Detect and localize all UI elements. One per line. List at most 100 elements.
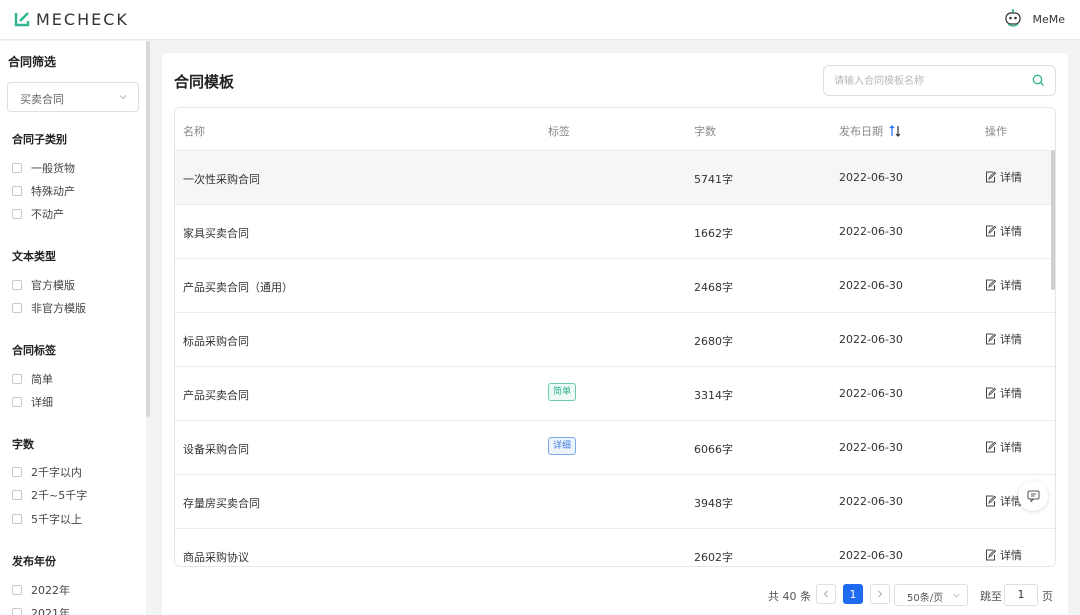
table-row[interactable]: 家具买卖合同 1662字 2022-06-30 详情 (175, 204, 1055, 258)
filter-option-2k-5k[interactable]: 2千~5千字 (12, 487, 87, 503)
table-row[interactable]: 标品采购合同 2680字 2022-06-30 详情 (175, 312, 1055, 366)
filter-option-special-movables[interactable]: 特殊动产 (12, 183, 75, 199)
checkbox[interactable] (12, 490, 22, 500)
jump-to-input[interactable]: 1 (1004, 584, 1038, 606)
detail-link-label: 详情 (1000, 225, 1022, 238)
filter-option-2022[interactable]: 2022年 (12, 582, 70, 598)
row-name: 产品买卖合同（通用） (183, 281, 293, 294)
detail-link-label: 详情 (1000, 387, 1022, 400)
detail-link[interactable]: 详情 (985, 277, 1022, 293)
table-row[interactable]: 商品采购协议 2602字 2022-06-30 详情 (175, 528, 1055, 566)
row-name: 商品采购协议 (183, 551, 249, 564)
sidebar-scrollbar[interactable] (146, 41, 150, 417)
document-edit-icon (986, 387, 996, 399)
detail-link-label: 详情 (1000, 441, 1022, 454)
user-menu[interactable]: MeMe (1004, 8, 1065, 30)
detail-link[interactable]: 详情 (985, 223, 1022, 239)
row-word-count: 3948字 (694, 497, 733, 510)
document-edit-icon (986, 495, 996, 507)
document-edit-icon (986, 441, 996, 453)
detail-link[interactable]: 详情 (985, 439, 1022, 455)
row-publish-date: 2022-06-30 (839, 279, 903, 292)
search-icon[interactable] (1032, 74, 1045, 87)
prev-page-button[interactable] (816, 584, 836, 604)
filter-option-label: 特殊动产 (31, 185, 75, 198)
filter-option-label: 一般货物 (31, 162, 75, 175)
detail-link[interactable]: 详情 (985, 493, 1022, 509)
row-publish-date: 2022-06-30 (839, 387, 903, 400)
filter-sidebar: 合同筛选 买卖合同 合同子类别 一般货物 特殊动产 不动产 文本类型 官方模版 … (0, 41, 146, 615)
search-input[interactable] (834, 72, 1024, 90)
filter-option-general-goods[interactable]: 一般货物 (12, 160, 75, 176)
filter-option-label: 2千~5千字 (31, 489, 88, 502)
row-word-count: 2680字 (694, 335, 733, 348)
filter-option-label: 简单 (31, 373, 53, 386)
filter-option-simple[interactable]: 简单 (12, 371, 53, 387)
document-edit-icon (986, 333, 996, 345)
filter-option-label: 非官方模版 (31, 302, 86, 315)
filter-option-over-5k[interactable]: 5千字以上 (12, 511, 82, 527)
checkbox[interactable] (12, 209, 22, 219)
feedback-button[interactable] (1018, 481, 1048, 511)
filter-group-subcategory: 合同子类别 (12, 133, 67, 146)
checkbox[interactable] (12, 467, 22, 477)
row-publish-date: 2022-06-30 (839, 333, 903, 346)
detail-link[interactable]: 详情 (985, 169, 1022, 185)
table-row[interactable]: 设备采购合同 详细 6066字 2022-06-30 详情 (175, 420, 1055, 474)
logo-text: MECHECK (36, 9, 129, 29)
search-box[interactable] (823, 65, 1056, 96)
detail-link[interactable]: 详情 (985, 331, 1022, 347)
filter-group-tags: 合同标签 (12, 344, 56, 357)
table-row[interactable]: 存量房买卖合同 3948字 2022-06-30 详情 (175, 474, 1055, 528)
top-bar: MECHECK MeMe (0, 0, 1080, 40)
document-edit-icon (986, 279, 996, 291)
row-publish-date: 2022-06-30 (839, 225, 903, 238)
table-scrollbar[interactable] (1051, 150, 1055, 290)
next-page-button[interactable] (870, 584, 890, 604)
table-row[interactable]: 产品买卖合同 简单 3314字 2022-06-30 详情 (175, 366, 1055, 420)
row-word-count: 5741字 (694, 173, 733, 186)
detail-link-label: 详情 (1000, 549, 1022, 562)
chevron-right-icon (878, 590, 883, 598)
logo-mark-icon (14, 12, 30, 27)
filter-option-under-2k[interactable]: 2千字以内 (12, 464, 82, 480)
filter-option-unofficial[interactable]: 非官方模版 (12, 300, 86, 316)
contract-type-select[interactable]: 买卖合同 (7, 82, 139, 112)
filter-option-label: 详细 (31, 396, 53, 409)
message-icon (1027, 490, 1039, 502)
table-row[interactable]: 产品买卖合同（通用） 2468字 2022-06-30 详情 (175, 258, 1055, 312)
page-size-value: 50条/页 (907, 593, 944, 604)
checkbox[interactable] (12, 585, 22, 595)
page-number-current[interactable]: 1 (843, 584, 863, 604)
checkbox[interactable] (12, 163, 22, 173)
filter-option-label: 不动产 (31, 208, 64, 221)
column-header-op: 操作 (985, 125, 1007, 138)
checkbox[interactable] (12, 397, 22, 407)
checkbox[interactable] (12, 374, 22, 384)
checkbox[interactable] (12, 608, 22, 615)
document-edit-icon (986, 549, 996, 561)
table-row[interactable]: 一次性采购合同 5741字 2022-06-30 详情 (175, 150, 1055, 204)
sort-icon[interactable] (888, 125, 902, 137)
filter-option-2021[interactable]: 2021年 (12, 605, 70, 615)
detail-link[interactable]: 详情 (985, 385, 1022, 401)
filter-option-detailed[interactable]: 详细 (12, 394, 53, 410)
checkbox[interactable] (12, 303, 22, 313)
checkbox[interactable] (12, 280, 22, 290)
document-edit-icon (986, 171, 996, 183)
filter-option-real-estate[interactable]: 不动产 (12, 206, 64, 222)
checkbox[interactable] (12, 514, 22, 524)
column-header-date[interactable]: 发布日期 (839, 123, 902, 139)
detail-link[interactable]: 详情 (985, 547, 1022, 563)
row-word-count: 6066字 (694, 443, 733, 456)
chevron-left-icon (823, 590, 828, 598)
row-tag-badge: 详细 (548, 437, 577, 455)
logo[interactable]: MECHECK (14, 8, 129, 30)
page-size-select[interactable]: 50条/页 (894, 584, 968, 606)
template-panel: 合同模板 名称 标签 字数 发布日期 操作 一次性采购合同 5741字 2022-0… (162, 53, 1068, 615)
filter-option-official[interactable]: 官方模版 (12, 277, 75, 293)
filter-group-year: 发布年份 (12, 555, 56, 568)
filter-option-label: 2022年 (31, 584, 70, 597)
checkbox[interactable] (12, 186, 22, 196)
contract-type-value: 买卖合同 (20, 93, 64, 106)
